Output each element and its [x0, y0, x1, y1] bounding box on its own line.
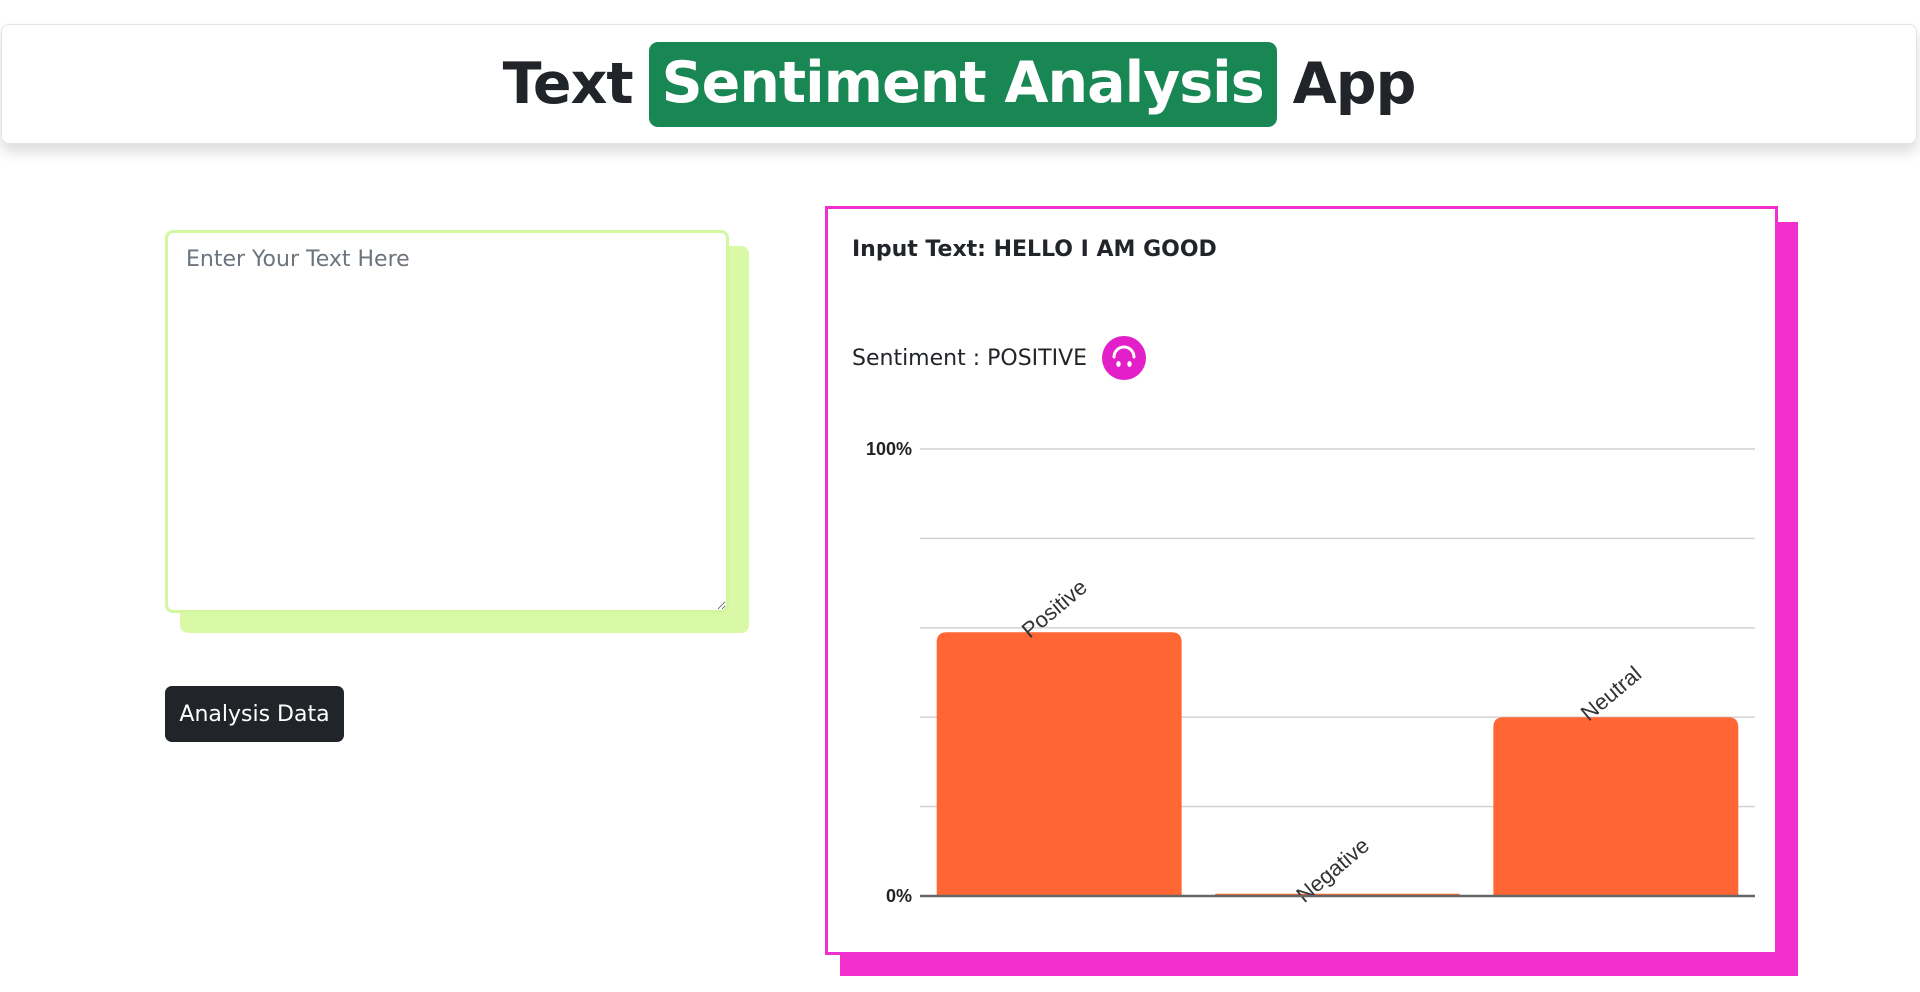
sentiment-bar-chart: 0%100%PositiveNegativeNeutral: [866, 439, 1755, 908]
app-header: Text Sentiment Analysis App: [1, 24, 1917, 144]
analysis-data-button[interactable]: Analysis Data: [165, 686, 344, 742]
text-input[interactable]: [165, 230, 729, 613]
bar-label-neutral: Neutral: [1576, 661, 1646, 726]
y-tick-label: 100%: [866, 439, 912, 459]
y-tick-label: 0%: [886, 886, 912, 906]
page-title: Text Sentiment Analysis App: [502, 41, 1417, 127]
chart-bar-positive: [936, 632, 1182, 896]
title-prefix: Text: [502, 51, 634, 117]
chart-bar-neutral: [1493, 717, 1739, 896]
title-highlight: Sentiment Analysis: [648, 41, 1277, 127]
result-card: Input Text: HELLO I AM GOOD Sentiment : …: [825, 206, 1778, 955]
title-suffix: App: [1292, 51, 1417, 117]
